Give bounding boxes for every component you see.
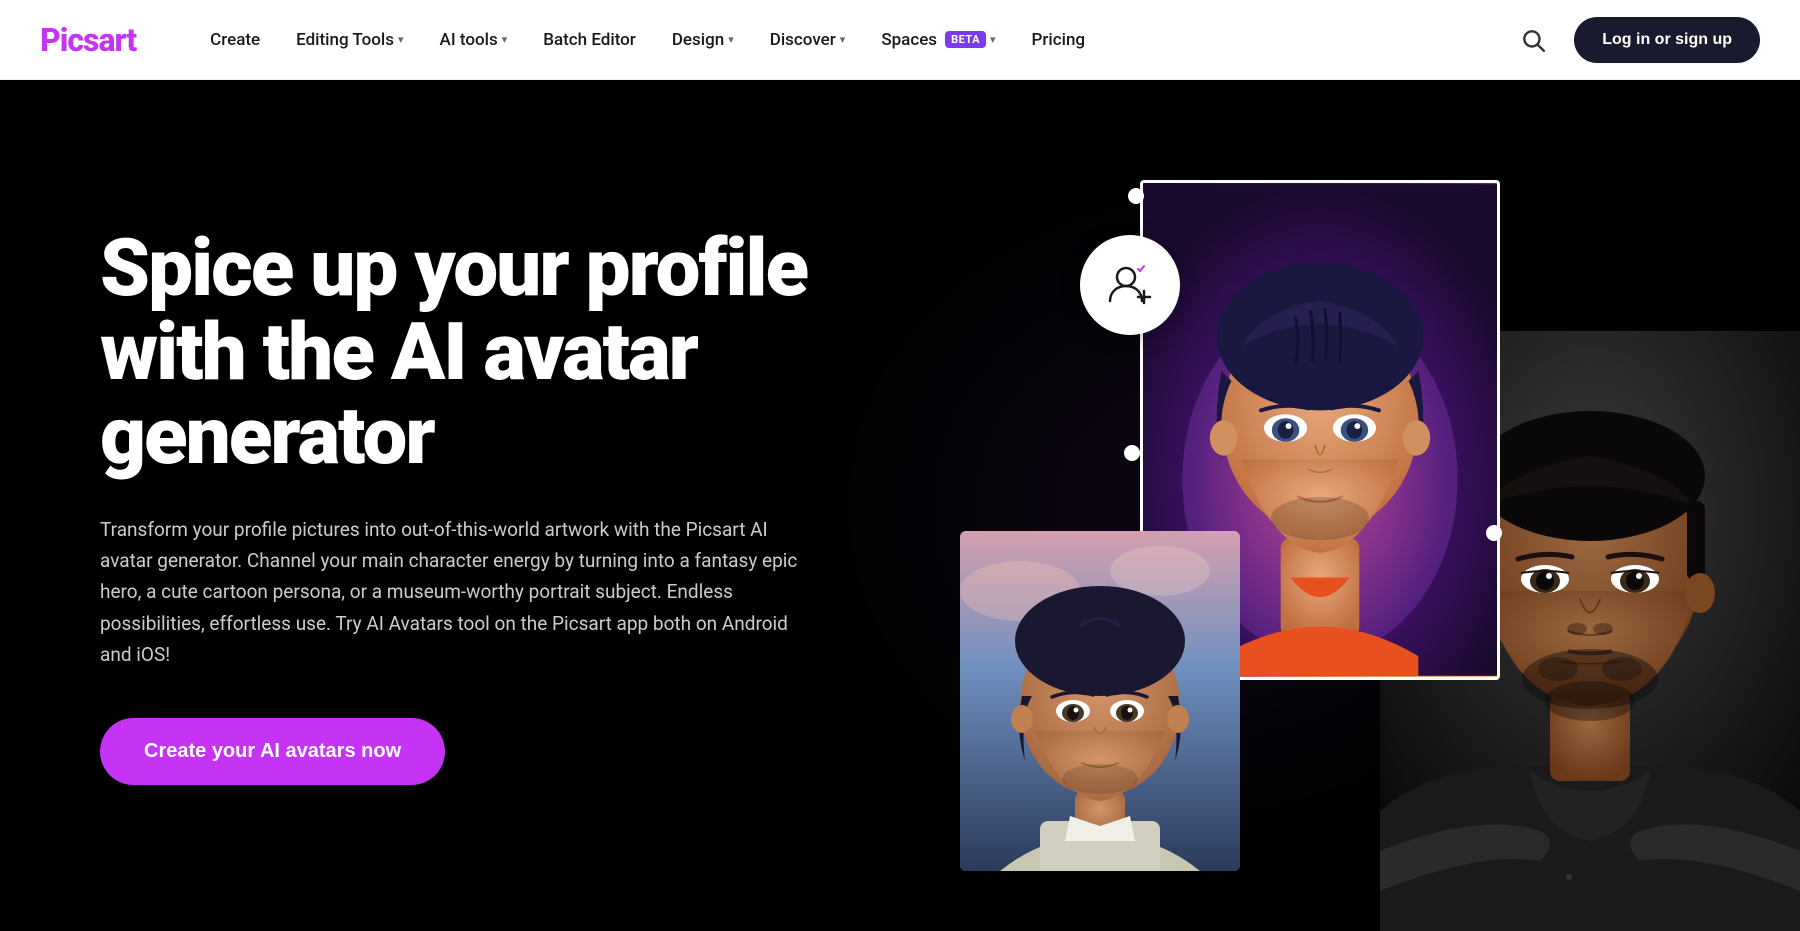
hero-section: Spice up your profile with the AI avatar…	[0, 80, 1800, 931]
hero-image-main	[1140, 180, 1500, 680]
chevron-down-icon: ▾	[398, 33, 404, 46]
search-button[interactable]	[1512, 19, 1554, 61]
hero-description: Transform your profile pictures into out…	[100, 514, 820, 671]
avatar-plus-icon	[1104, 259, 1156, 311]
nav-item-design[interactable]: Design ▾	[658, 22, 748, 58]
main-nav: Create Editing Tools ▾ AI tools ▾ Batch …	[196, 22, 1512, 58]
hero-images: ●	[900, 80, 1800, 931]
avatar-icon-circle	[1080, 235, 1180, 335]
connector-dot-bottom	[1486, 525, 1502, 541]
anime-face-main	[1143, 183, 1497, 677]
connector-dot-middle	[1124, 445, 1140, 461]
hero-image-bottom-right: ●	[1380, 331, 1800, 931]
cta-button[interactable]: Create your AI avatars now	[100, 718, 445, 785]
nav-item-batch-editor[interactable]: Batch Editor	[529, 22, 650, 58]
chevron-down-icon: ▾	[990, 33, 996, 46]
svg-text:●: ●	[1565, 868, 1573, 884]
anime-face-left	[960, 531, 1240, 871]
chevron-down-icon: ▾	[728, 33, 734, 46]
hero-image-bottom-left	[960, 531, 1240, 871]
logo[interactable]: Picsart	[40, 21, 136, 59]
login-button[interactable]: Log in or sign up	[1574, 17, 1760, 63]
header: Picsart Create Editing Tools ▾ AI tools …	[0, 0, 1800, 80]
nav-item-spaces[interactable]: Spaces BETA ▾	[867, 22, 1009, 58]
nav-item-discover[interactable]: Discover ▾	[756, 22, 860, 58]
logo-text: Picsart	[40, 21, 136, 59]
nav-item-pricing[interactable]: Pricing	[1018, 22, 1100, 58]
beta-badge: BETA	[945, 31, 986, 48]
chevron-down-icon: ▾	[502, 33, 508, 46]
search-icon	[1520, 27, 1546, 53]
background-glow	[800, 156, 1600, 856]
connector-dot-top	[1128, 188, 1144, 204]
hero-title: Spice up your profile with the AI avatar…	[100, 226, 880, 478]
real-face-right: ●	[1380, 331, 1800, 931]
nav-item-ai-tools[interactable]: AI tools ▾	[426, 22, 522, 58]
chevron-down-icon: ▾	[840, 33, 846, 46]
nav-item-editing-tools[interactable]: Editing Tools ▾	[282, 22, 417, 58]
header-right: Log in or sign up	[1512, 17, 1760, 63]
nav-item-create[interactable]: Create	[196, 22, 274, 58]
hero-content: Spice up your profile with the AI avatar…	[100, 226, 880, 786]
